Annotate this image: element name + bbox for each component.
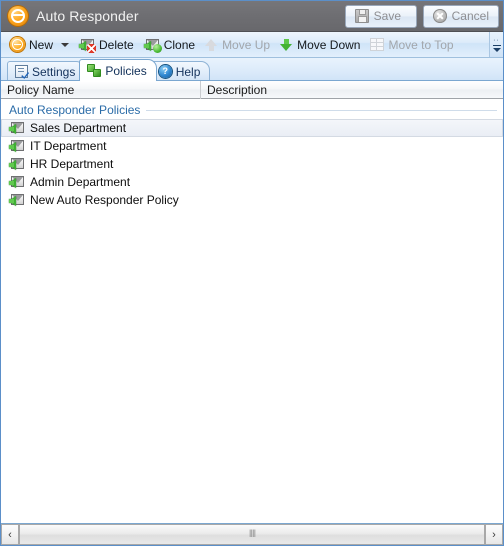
- tab-policies-label: Policies: [105, 63, 147, 78]
- cancel-button-label: Cancel: [451, 9, 489, 23]
- toolbar-clone-button[interactable]: Clone: [140, 34, 201, 55]
- column-header-description[interactable]: Description: [201, 81, 503, 99]
- window-title: Auto Responder: [36, 8, 139, 24]
- cancel-circle-icon: [432, 9, 447, 23]
- toolbar-new-button[interactable]: New: [6, 34, 75, 55]
- envelope-reply-icon: [9, 139, 25, 153]
- toolbar-move-to-top-button: Move to Top: [366, 34, 459, 55]
- table-row[interactable]: New Auto Responder Policy: [1, 191, 503, 209]
- toolbar-clone-label: Clone: [163, 37, 196, 52]
- save-button-label: Save: [373, 9, 401, 23]
- scroll-left-button[interactable]: ‹: [1, 524, 19, 545]
- new-circle-icon: [10, 37, 25, 52]
- policy-group-header: Auto Responder Policies: [1, 101, 503, 119]
- window-titlebar: Auto Responder Save Cancel: [1, 1, 503, 32]
- arrow-down-icon: [280, 38, 293, 52]
- envelope-reply-icon: [9, 121, 25, 135]
- envelope-delete-icon: [79, 38, 97, 53]
- toolbar-move-to-top-label: Move to Top: [388, 37, 454, 52]
- table-row[interactable]: Admin Department: [1, 173, 503, 191]
- table-row[interactable]: IT Department: [1, 137, 503, 155]
- cancel-button[interactable]: Cancel: [422, 4, 499, 28]
- policy-name: HR Department: [30, 157, 114, 171]
- puzzle-piece-icon: [87, 64, 102, 77]
- envelope-clone-icon: [143, 38, 162, 53]
- tab-help-label: Help: [175, 64, 201, 79]
- list-column-header: Policy Name Description: [1, 80, 503, 99]
- policy-name: IT Department: [30, 139, 107, 153]
- column-header-policy-name[interactable]: Policy Name: [1, 80, 201, 99]
- overflow-bar: [492, 44, 501, 46]
- auto-responder-window: Auto Responder Save Cancel New Delete Cl…: [0, 0, 504, 546]
- scroll-right-button[interactable]: ›: [485, 524, 503, 545]
- scrollbar-track[interactable]: ‖‖: [19, 524, 485, 545]
- toolbar-move-down-label: Move Down: [297, 37, 361, 52]
- move-to-top-icon: [370, 38, 385, 51]
- main-toolbar: New Delete Clone Move Up Move Down Move …: [1, 32, 503, 58]
- toolbar-new-label: New: [29, 37, 54, 52]
- policy-name: Sales Department: [30, 121, 127, 135]
- overflow-chevron: [492, 47, 501, 52]
- group-divider-line: [146, 109, 497, 111]
- save-button[interactable]: Save: [344, 4, 417, 28]
- toolbar-move-up-button: Move Up: [201, 34, 276, 55]
- tab-strip: Settings Policies ? Help: [1, 58, 503, 82]
- tab-settings[interactable]: Settings: [7, 61, 86, 81]
- envelope-reply-icon: [9, 193, 25, 207]
- toolbar-delete-button[interactable]: Delete: [75, 34, 140, 55]
- policy-list: Auto Responder Policies Sales Department…: [1, 101, 503, 521]
- table-row[interactable]: HR Department: [1, 155, 503, 173]
- toolbar-move-down-button[interactable]: Move Down: [276, 34, 366, 55]
- policy-group-title: Auto Responder Policies: [9, 103, 141, 117]
- horizontal-scrollbar[interactable]: ‹ ‖‖ ›: [1, 523, 503, 545]
- policy-name: New Auto Responder Policy: [30, 193, 179, 207]
- toolbar-overflow-chevron-icon[interactable]: ··: [489, 32, 503, 57]
- tab-policies[interactable]: Policies: [79, 59, 157, 82]
- scrollbar-thumb[interactable]: ‖‖: [19, 524, 485, 545]
- tab-help[interactable]: ? Help: [150, 61, 211, 81]
- tab-settings-label: Settings: [32, 64, 76, 79]
- arrow-up-icon: [205, 38, 218, 52]
- envelope-reply-icon: [9, 157, 25, 171]
- overflow-dots: ··: [493, 36, 500, 44]
- table-row[interactable]: Sales Department: [1, 119, 503, 137]
- policy-name: Admin Department: [30, 175, 131, 189]
- settings-document-icon: [15, 65, 28, 78]
- auto-responder-logo-icon: [8, 6, 28, 26]
- help-question-icon: ?: [158, 65, 172, 78]
- chevron-down-icon[interactable]: [61, 42, 70, 47]
- floppy-disk-icon: [354, 9, 369, 23]
- toolbar-move-up-label: Move Up: [222, 37, 271, 52]
- toolbar-delete-label: Delete: [99, 37, 134, 52]
- envelope-reply-icon: [9, 175, 25, 189]
